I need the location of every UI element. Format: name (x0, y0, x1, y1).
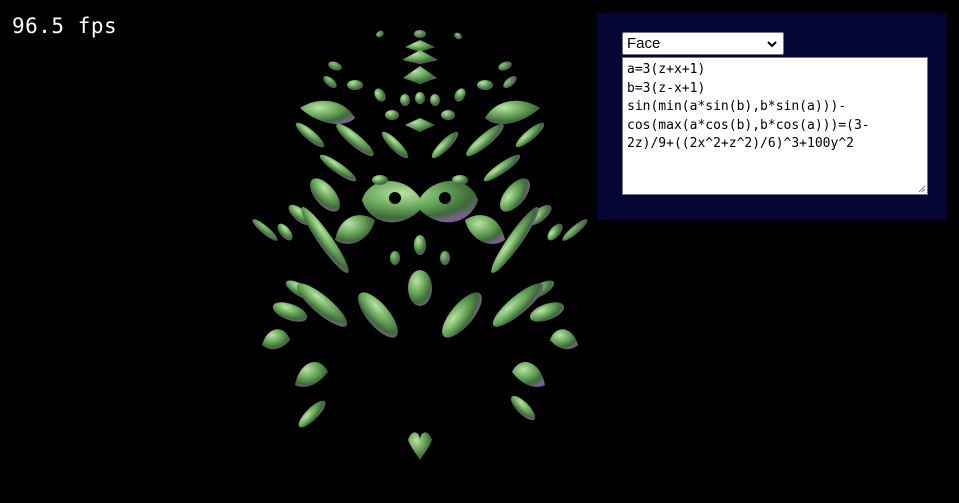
preset-selected-label: Face (627, 35, 661, 52)
resize-grip-icon[interactable] (916, 183, 926, 193)
surface-blobs (252, 30, 588, 460)
equation-textarea[interactable]: a=3(z+x+1) b=3(z-x+1) sin(min(a*sin(b),b… (622, 57, 928, 195)
chevron-down-icon (767, 40, 777, 47)
preset-dropdown[interactable]: Face (622, 32, 784, 55)
fps-counter: 96.5 fps (12, 14, 118, 38)
controls-panel: Face a=3(z+x+1) b=3(z-x+1) sin(min(a*sin… (597, 13, 947, 220)
